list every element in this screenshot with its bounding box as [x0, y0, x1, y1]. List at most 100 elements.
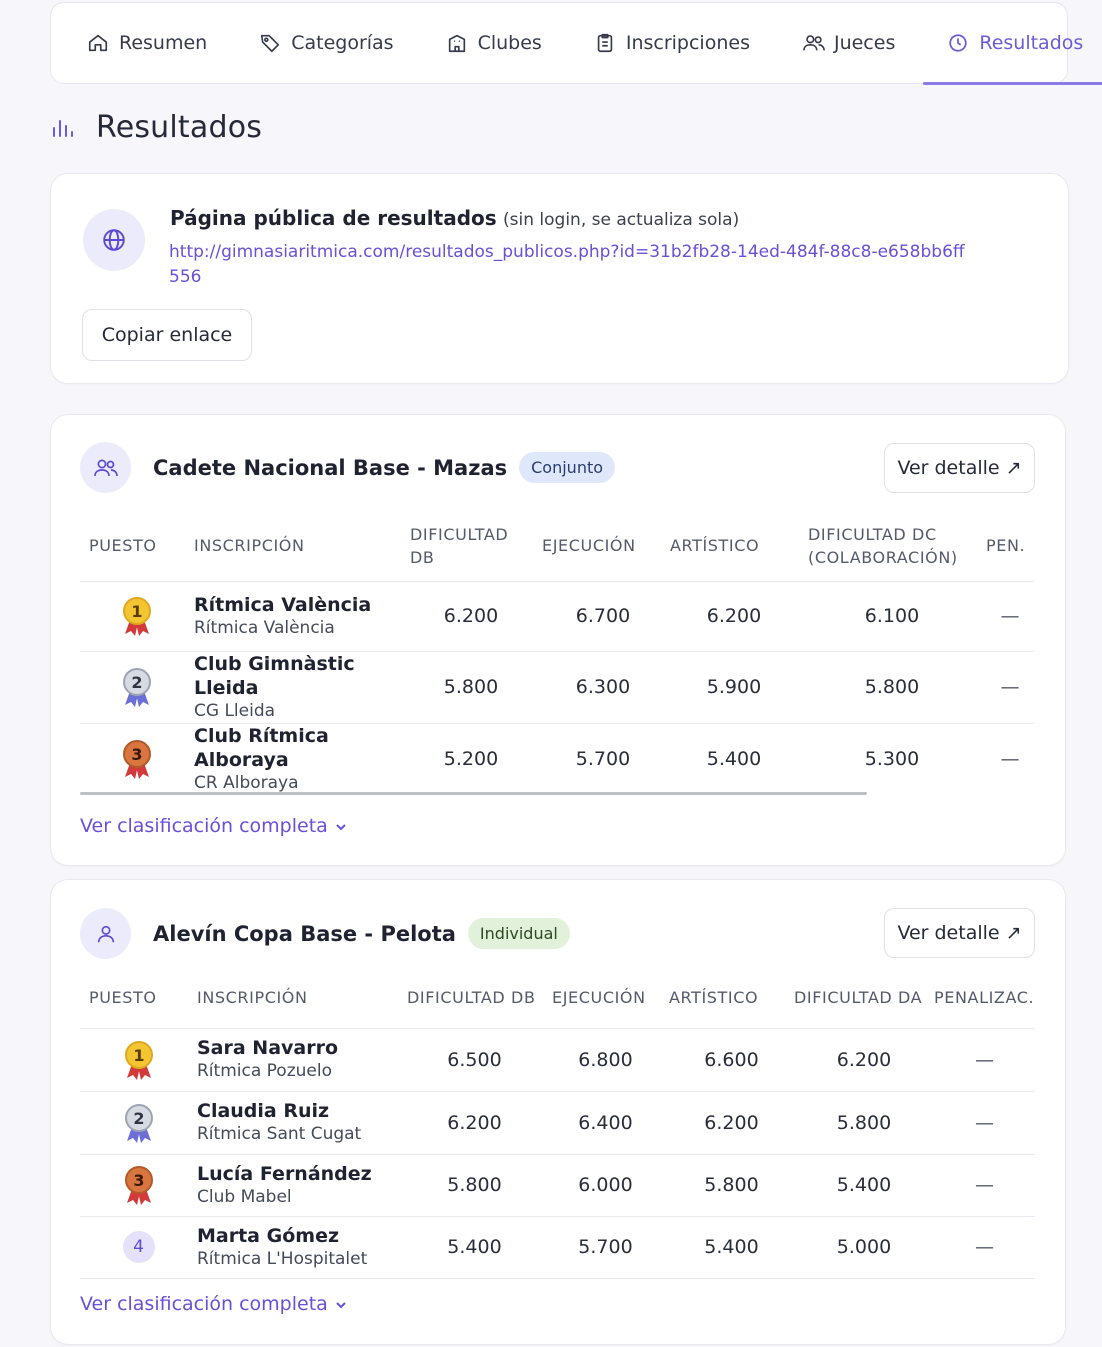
col-artistico: ARTÍSTICO — [669, 988, 759, 1008]
score-dificultad-da: 5.000 — [794, 1215, 934, 1278]
category-results-card: Cadete Nacional Base - Mazas Conjunto Ve… — [50, 414, 1066, 866]
public-results-link[interactable]: http://gimnasiaritmica.com/resultados_pu… — [169, 240, 969, 290]
score-artistico: 6.600 — [669, 1027, 794, 1091]
view-detail-button[interactable]: Ver detalle ↗ — [884, 908, 1035, 958]
user-icon — [95, 923, 117, 945]
entry-name: Club Gimnàstic Lleida — [194, 652, 355, 699]
clipboard-icon — [594, 32, 616, 54]
col-ejecucion: EJECUCIÓN — [542, 536, 636, 556]
category-header: Cadete Nacional Base - Mazas Conjunto — [80, 442, 616, 493]
score-ejecucion: 6.800 — [542, 1027, 669, 1091]
tab-resumen[interactable]: Resumen — [87, 2, 207, 84]
results-table: PUESTO INSCRIPCIÓN DIFICULTAD DB EJECUCI… — [80, 511, 1034, 795]
table-row[interactable]: 1 Sara Navarro Rítmica Pozuelo 6.500 6.8… — [80, 1027, 1035, 1091]
full-ranking-label: Ver clasificación completa — [80, 815, 328, 837]
table-row[interactable]: 2 Claudia Ruiz Rítmica Sant Cugat 6.200 … — [80, 1090, 1035, 1154]
col-artistico: ARTÍSTICO — [670, 536, 760, 556]
tag-icon — [259, 32, 281, 54]
gold-medal-icon: 1 — [80, 1038, 197, 1082]
score-db: 6.200 — [407, 1090, 542, 1154]
copy-link-button[interactable]: Copiar enlace — [82, 309, 252, 361]
entry-cell: Sara Navarro Rítmica Pozuelo — [197, 1027, 407, 1091]
category-title: Cadete Nacional Base - Mazas — [153, 455, 508, 480]
svg-text:3: 3 — [131, 745, 142, 764]
rank-cell: 1 — [80, 1027, 197, 1091]
rank-number-badge: 4 — [122, 1231, 155, 1263]
bronze-medal-icon: 3 — [80, 737, 194, 781]
tab-categorias[interactable]: Categorías — [259, 2, 394, 84]
score-penalizacion: — — [986, 580, 1034, 651]
tab-resultados[interactable]: Resultados — [923, 2, 1102, 85]
col-dificultad-db: DIFICULTAD DB — [410, 524, 509, 567]
category-type-badge: Conjunto — [519, 452, 616, 483]
score-dificultad-da: 5.400 — [794, 1153, 934, 1216]
entry-club: Rítmica L'Hospitalet — [197, 1248, 368, 1269]
score-artistico: 5.400 — [669, 1215, 794, 1278]
tab-inscripciones[interactable]: Inscripciones — [594, 2, 750, 84]
col-ejecucion: EJECUCIÓN — [552, 988, 646, 1008]
col-inscripcion: INSCRIPCIÓN — [197, 988, 308, 1008]
table-row[interactable]: 2 Club Gimnàstic Lleida CG Lleida 5.800 … — [80, 650, 1034, 723]
entry-club: Rítmica Sant Cugat — [197, 1124, 362, 1144]
col-puesto: PUESTO — [89, 988, 157, 1008]
score-ejecucion: 5.700 — [542, 1215, 669, 1278]
score-dificultad-dc: 5.300 — [798, 722, 986, 795]
entry-cell: Rítmica València Rítmica València — [194, 580, 406, 651]
col-inscripcion: INSCRIPCIÓN — [194, 536, 305, 556]
col-dificultad-dc: DIFICULTAD DC (COLABORACIÓN) — [808, 524, 958, 567]
col-dificultad-da: DIFICULTAD DA — [794, 988, 923, 1008]
page-header: Resultados — [50, 110, 262, 145]
silver-medal-icon: 2 — [80, 665, 194, 709]
score-db: 5.400 — [407, 1215, 542, 1278]
score-db: 5.800 — [406, 650, 536, 723]
table-row[interactable]: 4 Marta Gómez Rítmica L'Hospitalet 5.400… — [80, 1215, 1035, 1278]
tab-label: Clubes — [477, 32, 542, 54]
score-db: 5.200 — [406, 722, 536, 795]
table-row[interactable]: 3 Lucía Fernández Club Mabel 5.800 6.000… — [80, 1153, 1035, 1216]
rank-cell: 2 — [80, 1090, 197, 1154]
tab-clubes[interactable]: Clubes — [446, 2, 542, 84]
category-avatar — [80, 442, 131, 493]
chevron-down-icon — [334, 819, 348, 833]
tab-label: Resumen — [119, 32, 208, 54]
public-results-title: Página pública de resultados — [170, 206, 497, 230]
table-row[interactable]: 1 Rítmica València Rítmica València 6.20… — [80, 580, 1034, 651]
public-results-card: Página pública de resultados (sin login,… — [50, 173, 1069, 384]
table-row[interactable]: 3 Club Rítmica Alboraya CR Alboraya 5.20… — [80, 722, 1034, 795]
score-db: 6.500 — [407, 1027, 542, 1091]
col-penalizacion: PENALIZAC. — [934, 988, 1035, 1008]
entry-cell: Club Gimnàstic Lleida CG Lleida — [194, 650, 406, 723]
score-artistico: 6.200 — [669, 1090, 794, 1154]
users-icon — [802, 32, 825, 54]
entry-club: Rítmica València — [194, 617, 335, 638]
full-ranking-link[interactable]: Ver clasificación completa — [80, 1293, 348, 1315]
full-ranking-link[interactable]: Ver clasificación completa — [80, 815, 348, 837]
score-artistico: 5.400 — [670, 722, 798, 795]
entry-cell: Marta Gómez Rítmica L'Hospitalet — [197, 1215, 407, 1278]
category-header: Alevín Copa Base - Pelota Individual — [80, 908, 570, 959]
tab-label: Jueces — [833, 32, 896, 54]
view-detail-label: Ver detalle ↗ — [897, 922, 1022, 944]
entry-name: Rítmica València — [194, 593, 372, 616]
score-ejecucion: 6.000 — [542, 1153, 669, 1216]
globe-icon-wrap — [83, 209, 145, 271]
score-penalizacion: — — [934, 1027, 1035, 1091]
score-dificultad-dc: 6.100 — [798, 580, 986, 651]
score-dificultad-da: 6.200 — [794, 1027, 934, 1091]
score-db: 6.200 — [406, 580, 536, 651]
score-ejecucion: 5.700 — [536, 722, 670, 795]
svg-text:2: 2 — [133, 1109, 144, 1128]
horizontal-scrollbar[interactable] — [80, 792, 867, 795]
globe-icon — [101, 227, 127, 253]
rank-cell: 2 — [80, 650, 194, 723]
bronze-medal-icon: 3 — [80, 1163, 197, 1207]
view-detail-button[interactable]: Ver detalle ↗ — [884, 443, 1035, 493]
score-ejecucion: 6.400 — [542, 1090, 669, 1154]
score-artistico: 6.200 — [670, 580, 798, 651]
silver-medal-icon: 2 — [80, 1101, 197, 1145]
tab-jueces[interactable]: Jueces — [802, 2, 895, 84]
bar-chart-icon — [50, 116, 74, 140]
category-results-card: Alevín Copa Base - Pelota Individual Ver… — [50, 879, 1066, 1345]
entry-name: Claudia Ruiz — [197, 1100, 330, 1122]
score-penalizacion: — — [934, 1153, 1035, 1216]
